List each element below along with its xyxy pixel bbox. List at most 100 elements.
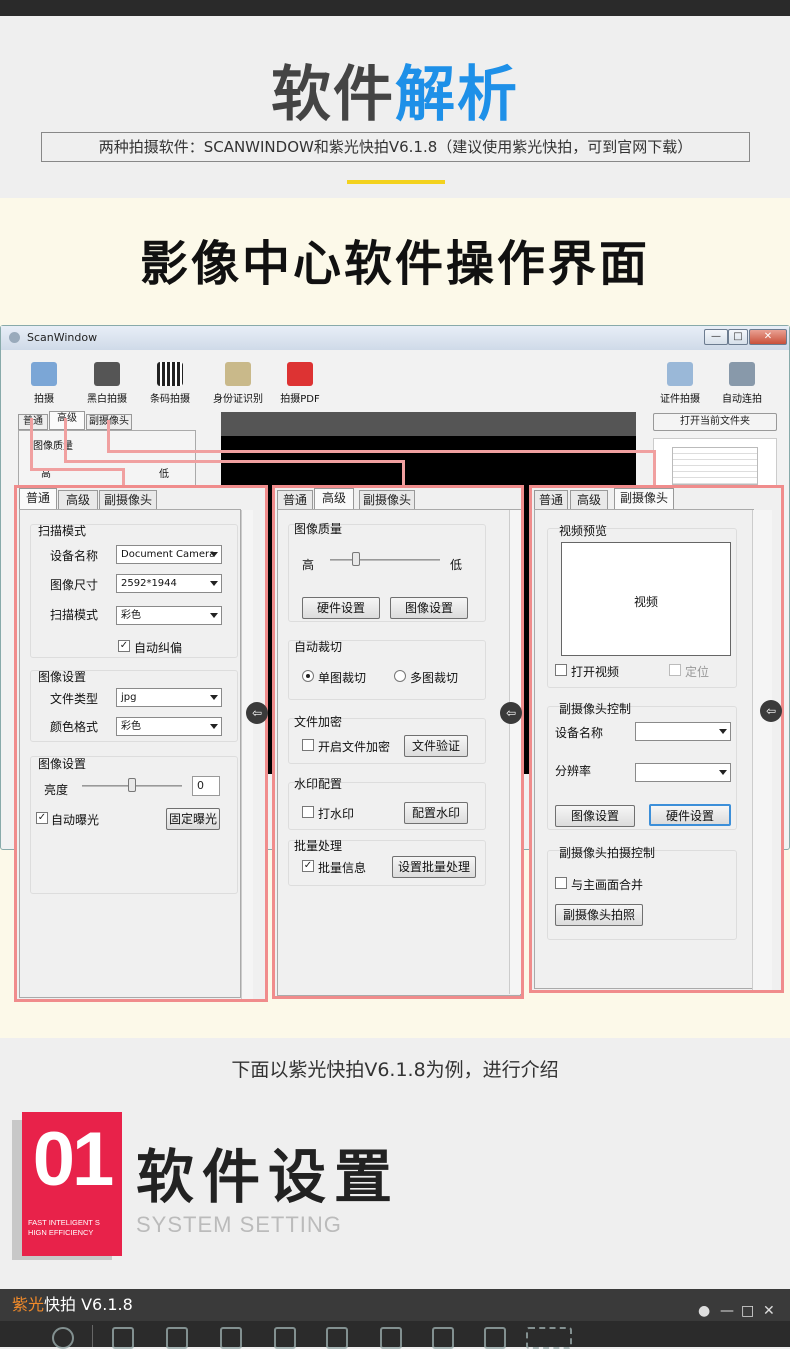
set-batch-button[interactable]: 设置批量处理 (392, 856, 476, 878)
auto-exposure-checkbox[interactable]: ✓ (36, 812, 48, 824)
hardware-settings-button[interactable]: 硬件设置 (302, 597, 380, 619)
group-title: 图像设置 (38, 757, 87, 771)
open-video-checkbox[interactable] (555, 664, 567, 676)
select-value: Document Camera (121, 549, 216, 560)
close-box-icon[interactable] (380, 1327, 402, 1349)
multi-crop-radio[interactable] (394, 670, 406, 682)
watermark-label: 打水印 (318, 807, 355, 821)
scrollbar[interactable] (509, 510, 521, 994)
document-icon[interactable] (166, 1327, 188, 1349)
arrow-left-icon[interactable]: ⇦ (500, 702, 522, 724)
scrollbar[interactable] (752, 510, 772, 990)
sub-image-settings-button[interactable]: 图像设置 (555, 805, 635, 827)
mode-select[interactable]: 彩色 (116, 606, 222, 625)
minimize-button[interactable]: — (720, 1295, 734, 1327)
color-select[interactable]: 彩色 (116, 717, 222, 736)
single-crop-radio[interactable] (302, 670, 314, 682)
section-heading: 软件设置 (136, 1143, 401, 1211)
scrollbar[interactable] (241, 510, 253, 999)
fixed-exposure-button[interactable]: 固定曝光 (166, 808, 220, 830)
quality-low-label: 低 (159, 469, 169, 480)
photo-icon[interactable] (112, 1327, 134, 1349)
tool-certificate[interactable]: 证件拍摄 (655, 362, 705, 405)
group-title: 批量处理 (294, 839, 343, 853)
slider-thumb[interactable] (352, 552, 360, 566)
tab-normal[interactable]: 普通 (18, 414, 48, 430)
brightness-value[interactable]: 0 (192, 776, 220, 796)
barcode-icon[interactable] (432, 1327, 454, 1349)
burst-icon (729, 362, 755, 386)
open-video-label: 打开视频 (571, 665, 620, 679)
tab-advanced[interactable]: 高级 (570, 490, 608, 510)
panel-body: 图像质量 高 低 硬件设置 图像设置 自动裁切 单图裁切 多图裁切 文件加密 开… (277, 509, 521, 996)
sub-capture-button[interactable]: 副摄像头拍照 (555, 904, 643, 926)
panel-body: 扫描模式 设备名称 Document Camera 图像尺寸 2592*1944… (19, 509, 241, 998)
image-settings-button[interactable]: 图像设置 (390, 597, 468, 619)
app-title-brand: 紫光 (12, 1295, 45, 1314)
multi-crop-label: 多图裁切 (410, 671, 459, 685)
verify-file-button[interactable]: 文件验证 (404, 735, 468, 757)
merge-main-checkbox[interactable] (555, 877, 567, 889)
tool-pdf[interactable]: 拍摄PDF (277, 362, 323, 405)
config-watermark-button[interactable]: 配置水印 (404, 802, 468, 824)
arrow-left-icon[interactable]: ⇦ (760, 700, 782, 722)
image-icon[interactable] (484, 1327, 506, 1349)
sub-device-select[interactable] (635, 722, 731, 741)
slider-thumb[interactable] (128, 778, 136, 792)
tab-advanced[interactable]: 高级 (49, 411, 85, 430)
connector-line (64, 418, 67, 462)
batch-checkbox[interactable]: ✓ (302, 860, 314, 872)
globe-icon[interactable]: ● (698, 1295, 710, 1327)
tool-idcard[interactable]: 身份证识别 (209, 362, 267, 405)
device-select[interactable]: Document Camera (116, 545, 222, 564)
tab-normal[interactable]: 普通 (277, 490, 313, 510)
scanwindow-titlebar: ScanWindow — □ ✕ (1, 326, 789, 350)
tab-sub-camera[interactable]: 副摄像头 (359, 490, 415, 510)
arrow-left-icon[interactable]: ⇦ (246, 702, 268, 724)
panel-body: 视频预览 视频 打开视频 定位 副摄像头控制 设备名称 分辨率 图像设置 硬件设… (534, 509, 754, 989)
tab-sub-camera[interactable]: 副摄像头 (614, 488, 674, 510)
badge-caption-line: HIGN EFFICIENCY (28, 1228, 94, 1237)
tab-normal[interactable]: 普通 (534, 490, 568, 510)
group-title: 文件加密 (294, 715, 343, 729)
brightness-label: 亮度 (44, 783, 69, 797)
chevron-down-icon (210, 581, 218, 586)
webcam-icon[interactable] (274, 1327, 296, 1349)
maximize-button[interactable]: □ (728, 329, 748, 345)
locate-checkbox[interactable] (669, 664, 681, 676)
connector-line (30, 468, 124, 471)
connector-line (107, 420, 110, 452)
auto-correct-checkbox[interactable]: ✓ (118, 640, 130, 652)
sub-hardware-settings-button[interactable]: 硬件设置 (649, 804, 731, 826)
device-label: 设备名称 (50, 549, 99, 563)
filetype-select[interactable]: jpg (116, 688, 222, 707)
tab-sub-camera[interactable]: 副摄像头 (99, 490, 157, 510)
minimize-button[interactable]: — (704, 329, 728, 345)
quality-slider[interactable] (330, 559, 440, 561)
encrypt-checkbox[interactable] (302, 739, 314, 751)
camera-icon[interactable] (52, 1327, 74, 1349)
divider (347, 180, 445, 184)
tab-advanced[interactable]: 高级 (58, 490, 98, 510)
close-button[interactable]: ✕ (749, 329, 787, 345)
group-title: 自动裁切 (294, 640, 343, 654)
maximize-button[interactable]: □ (741, 1295, 754, 1327)
chevron-down-icon (210, 613, 218, 618)
chevron-right-icon[interactable] (526, 1327, 572, 1349)
tool-bw-capture[interactable]: 黑白拍摄 (83, 362, 131, 405)
tab-advanced[interactable]: 高级 (314, 488, 354, 510)
app-icon (9, 332, 20, 343)
open-folder-button[interactable]: 打开当前文件夹 (653, 413, 777, 431)
tool-burst[interactable]: 自动连拍 (717, 362, 767, 405)
watermark-checkbox[interactable] (302, 806, 314, 818)
chevron-down-icon (719, 729, 727, 734)
close-button[interactable]: ✕ (763, 1295, 775, 1327)
crop-icon[interactable] (326, 1327, 348, 1349)
resolution-select[interactable] (635, 763, 731, 782)
connector-line (30, 418, 33, 470)
tool-barcode[interactable]: 条码拍摄 (147, 362, 193, 405)
tab-normal[interactable]: 普通 (19, 488, 57, 510)
tool-capture[interactable]: 拍摄 (21, 362, 67, 405)
idcard-icon[interactable] (220, 1327, 242, 1349)
size-select[interactable]: 2592*1944 (116, 574, 222, 593)
